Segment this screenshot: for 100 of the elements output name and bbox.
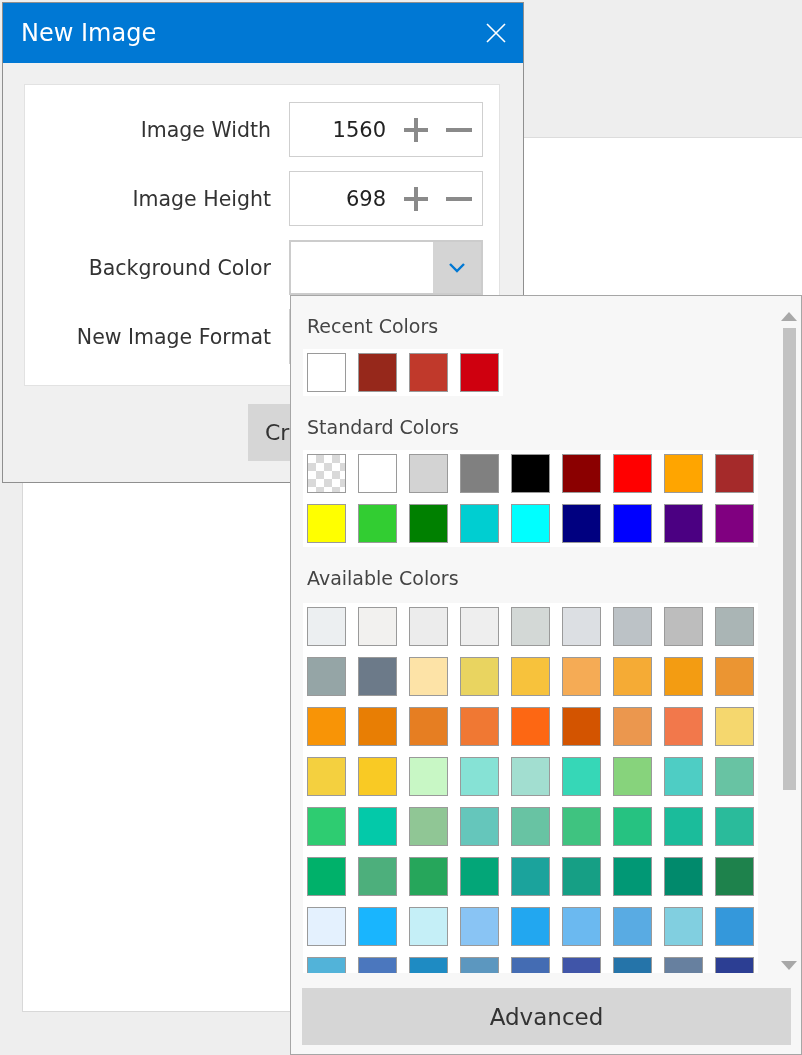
color-swatch[interactable]: [307, 607, 346, 646]
color-swatch[interactable]: [358, 857, 397, 896]
color-swatch[interactable]: [307, 907, 346, 946]
color-swatch[interactable]: [511, 857, 550, 896]
color-swatch[interactable]: [358, 454, 397, 493]
color-swatch[interactable]: [409, 454, 448, 493]
color-swatch[interactable]: [307, 757, 346, 796]
color-swatch[interactable]: [562, 807, 601, 846]
number-field[interactable]: 1560: [289, 102, 483, 157]
color-swatch[interactable]: [511, 454, 550, 493]
color-swatch[interactable]: [562, 757, 601, 796]
color-swatch[interactable]: [613, 657, 652, 696]
color-swatch[interactable]: [307, 353, 346, 392]
color-swatch[interactable]: [460, 907, 499, 946]
transparent-swatch[interactable]: [307, 454, 346, 493]
color-swatch[interactable]: [460, 857, 499, 896]
color-swatch[interactable]: [664, 454, 703, 493]
color-swatch[interactable]: [511, 907, 550, 946]
color-swatch[interactable]: [613, 607, 652, 646]
color-swatch[interactable]: [613, 454, 652, 493]
color-swatch[interactable]: [562, 907, 601, 946]
color-swatch[interactable]: [664, 757, 703, 796]
section-heading: Recent Colors: [306, 314, 440, 339]
color-swatch[interactable]: [358, 757, 397, 796]
color-swatch[interactable]: [409, 353, 448, 392]
color-swatch[interactable]: [562, 504, 601, 543]
color-swatch[interactable]: [511, 757, 550, 796]
color-dropdown[interactable]: [289, 240, 483, 295]
color-swatch[interactable]: [715, 907, 754, 946]
color-swatch[interactable]: [409, 857, 448, 896]
color-swatch[interactable]: [511, 807, 550, 846]
color-swatch[interactable]: [715, 504, 754, 543]
scroll-thumb[interactable]: [782, 328, 796, 790]
color-swatch[interactable]: [409, 607, 448, 646]
color-swatch[interactable]: [562, 657, 601, 696]
color-swatch[interactable]: [562, 707, 601, 746]
color-swatch[interactable]: [664, 707, 703, 746]
color-swatch[interactable]: [715, 807, 754, 846]
number-input[interactable]: 698: [290, 186, 402, 211]
color-swatch[interactable]: [409, 504, 448, 543]
color-swatch[interactable]: [358, 807, 397, 846]
color-swatch[interactable]: [613, 504, 652, 543]
color-swatch[interactable]: [613, 757, 652, 796]
color-swatch[interactable]: [460, 807, 499, 846]
color-swatch[interactable]: [664, 607, 703, 646]
color-swatch[interactable]: [307, 807, 346, 846]
color-swatch[interactable]: [715, 607, 754, 646]
color-swatch[interactable]: [562, 454, 601, 493]
color-swatch[interactable]: [562, 857, 601, 896]
field-label: Image Width: [139, 117, 271, 142]
color-swatch[interactable]: [358, 607, 397, 646]
color-swatch[interactable]: [409, 707, 448, 746]
color-swatch[interactable]: [409, 757, 448, 796]
color-swatch[interactable]: [715, 707, 754, 746]
window-title: New Image: [21, 19, 157, 47]
color-swatch[interactable]: [358, 353, 397, 392]
color-swatch[interactable]: [409, 657, 448, 696]
color-swatch[interactable]: [460, 353, 499, 392]
color-swatch[interactable]: [664, 807, 703, 846]
color-swatch[interactable]: [460, 657, 499, 696]
color-swatch[interactable]: [460, 707, 499, 746]
color-swatch[interactable]: [307, 504, 346, 543]
advanced-button[interactable]: Advanced: [302, 988, 791, 1045]
color-swatch[interactable]: [358, 907, 397, 946]
color-swatch[interactable]: [307, 857, 346, 896]
color-swatch[interactable]: [613, 907, 652, 946]
color-swatch[interactable]: [409, 807, 448, 846]
color-swatch[interactable]: [664, 657, 703, 696]
color-swatch[interactable]: [715, 857, 754, 896]
field-label: New Image Format: [75, 324, 271, 349]
color-swatch[interactable]: [409, 907, 448, 946]
color-swatch[interactable]: [664, 504, 703, 543]
color-swatch[interactable]: [460, 454, 499, 493]
color-swatch[interactable]: [511, 504, 550, 543]
color-swatch[interactable]: [511, 607, 550, 646]
plus-button[interactable]: [402, 184, 430, 213]
minus-icon: [446, 127, 472, 132]
color-swatch[interactable]: [460, 757, 499, 796]
number-field[interactable]: 698: [289, 171, 483, 226]
color-swatch[interactable]: [460, 607, 499, 646]
color-swatch[interactable]: [664, 907, 703, 946]
plus-button[interactable]: [402, 115, 430, 144]
color-swatch[interactable]: [715, 454, 754, 493]
number-input[interactable]: 1560: [290, 117, 402, 142]
field-label: Background Color: [87, 255, 271, 280]
color-swatch[interactable]: [511, 707, 550, 746]
color-swatch[interactable]: [715, 657, 754, 696]
color-swatch[interactable]: [715, 757, 754, 796]
color-swatch[interactable]: [307, 657, 346, 696]
color-swatch[interactable]: [511, 657, 550, 696]
color-swatch[interactable]: [613, 707, 652, 746]
color-swatch[interactable]: [358, 707, 397, 746]
color-swatch[interactable]: [613, 807, 652, 846]
color-swatch[interactable]: [358, 657, 397, 696]
color-swatch[interactable]: [307, 707, 346, 746]
color-swatch[interactable]: [460, 504, 499, 543]
color-swatch[interactable]: [664, 857, 703, 896]
color-swatch[interactable]: [562, 607, 601, 646]
color-swatch[interactable]: [613, 857, 652, 896]
color-swatch[interactable]: [358, 504, 397, 543]
